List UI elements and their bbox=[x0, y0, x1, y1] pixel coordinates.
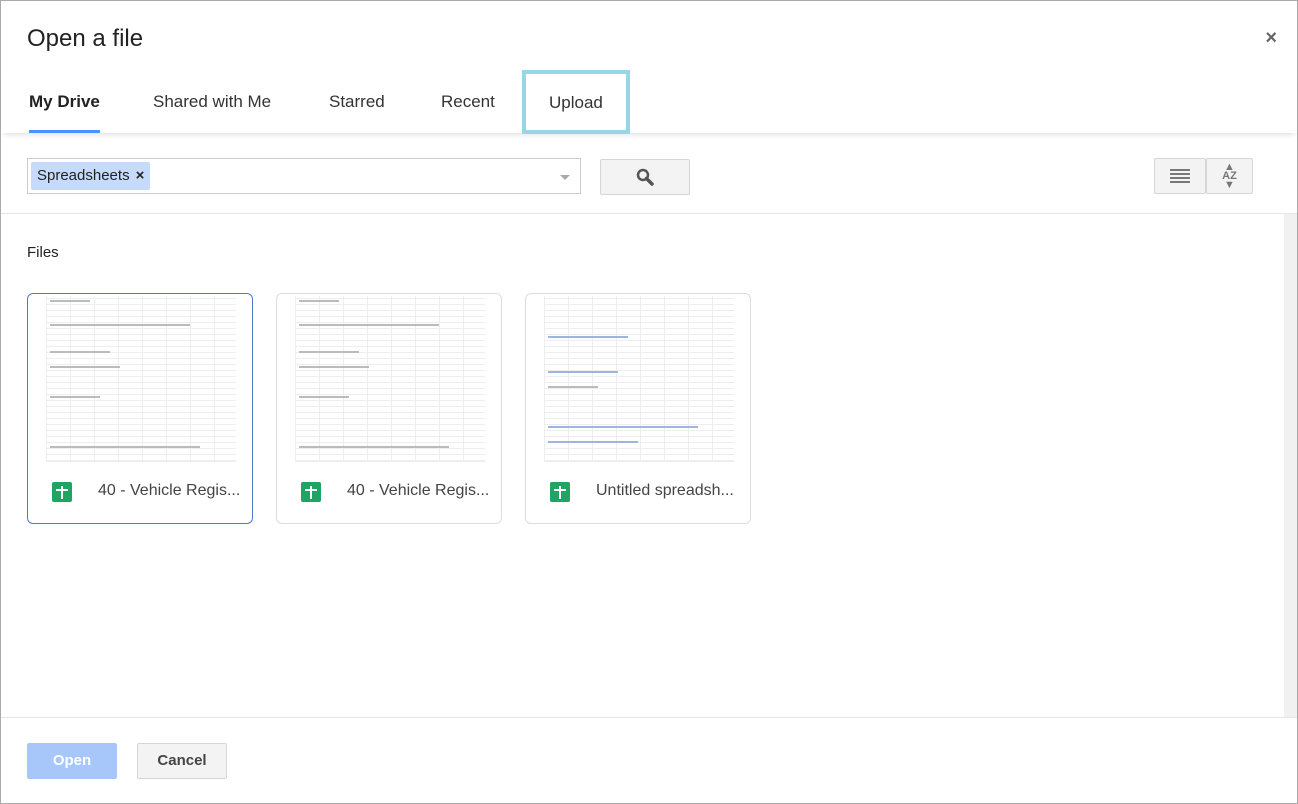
open-file-dialog: Open a file × My Drive Shared with Me St… bbox=[0, 0, 1298, 804]
file-name: 40 - Vehicle Regis... bbox=[98, 482, 241, 499]
file-thumbnail bbox=[295, 296, 485, 462]
open-button[interactable]: Open bbox=[27, 743, 117, 779]
remove-chip-icon[interactable]: × bbox=[136, 167, 145, 184]
dialog-title: Open a file bbox=[27, 25, 144, 52]
file-card[interactable]: Untitled spreadsh... bbox=[525, 293, 751, 524]
file-thumbnail bbox=[544, 296, 734, 462]
spreadsheet-icon bbox=[301, 482, 321, 502]
spreadsheet-icon bbox=[52, 482, 72, 502]
search-icon bbox=[636, 168, 654, 186]
tab-my-drive[interactable]: My Drive bbox=[29, 71, 100, 133]
scrollbar[interactable] bbox=[1284, 214, 1297, 717]
spreadsheet-icon bbox=[550, 482, 570, 502]
tab-starred[interactable]: Starred bbox=[329, 71, 385, 133]
tab-shared-with-me[interactable]: Shared with Me bbox=[153, 71, 271, 133]
file-card[interactable]: 40 - Vehicle Regis... bbox=[27, 293, 253, 524]
search-input[interactable]: Spreadsheets × bbox=[27, 158, 581, 194]
sort-label: AZ bbox=[1222, 170, 1237, 182]
sort-button[interactable]: ▲ AZ ▼ bbox=[1206, 158, 1253, 194]
sort-az-icon: ▲ AZ ▼ bbox=[1222, 161, 1237, 191]
footer-divider bbox=[1, 717, 1297, 718]
tab-recent[interactable]: Recent bbox=[441, 71, 495, 133]
dropdown-arrow-icon[interactable] bbox=[560, 175, 570, 185]
file-name: Untitled spreadsh... bbox=[596, 482, 734, 499]
cancel-button[interactable]: Cancel bbox=[137, 743, 227, 779]
file-thumbnail bbox=[46, 296, 236, 462]
close-icon[interactable]: × bbox=[1265, 27, 1277, 50]
file-card[interactable]: 40 - Vehicle Regis... bbox=[276, 293, 502, 524]
tab-upload[interactable]: Upload bbox=[522, 70, 630, 134]
divider bbox=[1, 213, 1297, 214]
file-name: 40 - Vehicle Regis... bbox=[347, 482, 490, 499]
list-view-button[interactable] bbox=[1154, 158, 1206, 194]
filter-chip: Spreadsheets × bbox=[31, 162, 151, 190]
list-view-icon bbox=[1170, 169, 1190, 183]
tab-bar: My Drive Shared with Me Starred Recent U… bbox=[1, 70, 1297, 134]
search-button[interactable] bbox=[600, 159, 690, 195]
filter-chip-label: Spreadsheets bbox=[37, 167, 130, 184]
files-heading: Files bbox=[27, 244, 59, 261]
